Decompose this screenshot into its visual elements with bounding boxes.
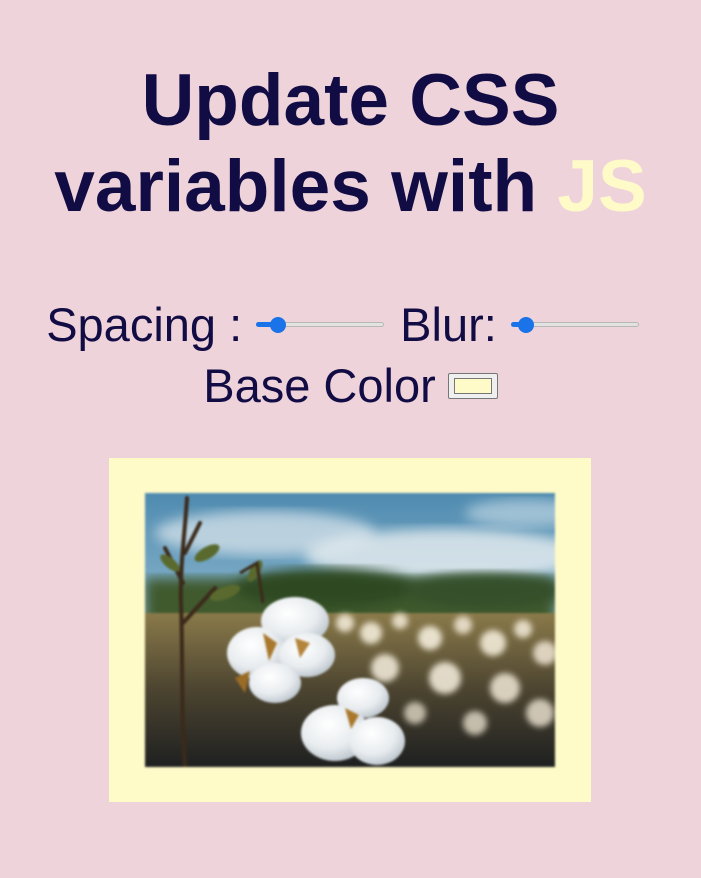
base-color-picker[interactable]	[447, 373, 498, 400]
page-title: Update CSS variables with JS	[0, 58, 701, 230]
title-highlight: JS	[557, 146, 647, 227]
spacing-label: Spacing :	[46, 297, 243, 351]
controls-row-color: Base Color	[0, 354, 701, 416]
blur-slider-thumb[interactable]	[518, 316, 535, 333]
cotton-photo	[145, 493, 555, 767]
base-color-chip	[453, 378, 492, 395]
controls-row-sliders: Spacing : Blur:	[0, 292, 701, 354]
blur-slider[interactable]	[510, 316, 639, 334]
title-line-2: variables with	[54, 146, 538, 227]
spacing-slider[interactable]	[256, 316, 385, 334]
blur-label: Blur:	[400, 297, 497, 351]
base-color-label: Base Color	[203, 359, 436, 413]
spacing-slider-thumb[interactable]	[269, 316, 286, 333]
image-frame	[109, 458, 591, 802]
cotton-field-illustration	[145, 493, 555, 767]
title-line-1: Update CSS	[141, 60, 560, 141]
controls-panel: Spacing : Blur: Base Color	[0, 292, 701, 415]
